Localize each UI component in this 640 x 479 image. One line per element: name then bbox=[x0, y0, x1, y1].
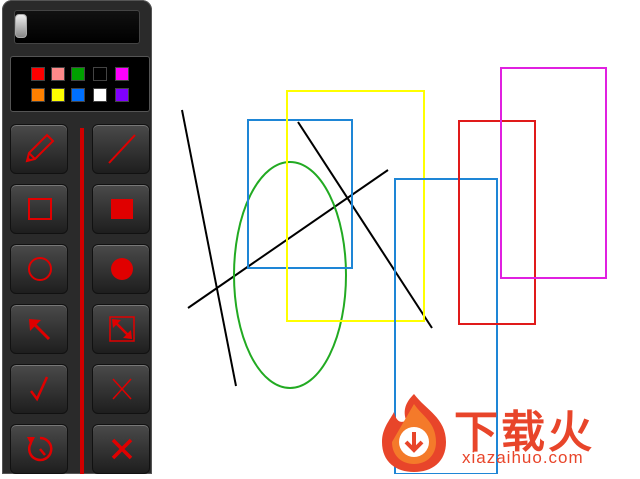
drawn-rect-yellow bbox=[286, 90, 425, 322]
drawn-line-black-3 bbox=[297, 121, 433, 329]
line-icon bbox=[108, 134, 136, 164]
watermark-logo: 下载火 xiazaihuo.com bbox=[376, 390, 638, 474]
color-swatch-yellow[interactable] bbox=[51, 88, 65, 102]
color-swatch-purple[interactable] bbox=[115, 88, 129, 102]
circle-outline-icon bbox=[28, 257, 52, 281]
drawn-ellipse-green bbox=[233, 161, 347, 389]
close-icon bbox=[111, 438, 133, 460]
circle-filled-icon bbox=[111, 258, 133, 280]
pencil-icon bbox=[25, 133, 55, 163]
color-swatch-blue[interactable] bbox=[71, 88, 85, 102]
pencil-tool-button[interactable] bbox=[10, 124, 68, 174]
resize-arrows-icon bbox=[109, 316, 135, 342]
color-swatch-red[interactable] bbox=[31, 67, 45, 81]
check-tool-button[interactable] bbox=[10, 364, 68, 414]
ellipse-outline-tool-button[interactable] bbox=[10, 244, 68, 294]
color-palette bbox=[10, 56, 150, 112]
ellipse-filled-tool-button[interactable] bbox=[92, 244, 150, 294]
clear-tool-button[interactable] bbox=[92, 424, 150, 474]
color-swatch-orange[interactable] bbox=[31, 88, 45, 102]
cross-icon bbox=[112, 378, 132, 400]
color-swatch-white[interactable] bbox=[93, 88, 107, 102]
checkmark-icon bbox=[30, 376, 49, 402]
color-swatch-black[interactable] bbox=[93, 67, 107, 81]
color-swatch-pink[interactable] bbox=[51, 67, 65, 81]
drawn-rect-magenta bbox=[500, 67, 607, 279]
rectangle-outline-tool-button[interactable] bbox=[10, 184, 68, 234]
brush-size-slider[interactable] bbox=[14, 10, 140, 44]
color-swatch-green[interactable] bbox=[71, 67, 85, 81]
drawn-line-black-1 bbox=[181, 109, 237, 387]
square-filled-icon bbox=[111, 199, 133, 219]
slider-thumb[interactable] bbox=[15, 14, 27, 38]
toolbar-divider bbox=[80, 128, 84, 474]
arrow-tool-button[interactable] bbox=[10, 304, 68, 354]
square-outline-icon bbox=[28, 198, 52, 220]
undo-tool-button[interactable] bbox=[10, 424, 68, 474]
rectangle-filled-tool-button[interactable] bbox=[92, 184, 150, 234]
drawing-toolbar bbox=[2, 0, 152, 474]
arrow-up-left-icon bbox=[29, 319, 51, 341]
line-tool-button[interactable] bbox=[92, 124, 150, 174]
resize-tool-button[interactable] bbox=[92, 304, 150, 354]
undo-icon bbox=[27, 436, 53, 462]
flame-logo-icon bbox=[382, 394, 446, 472]
cross-tool-button[interactable] bbox=[92, 364, 150, 414]
watermark-url: xiazaihuo.com bbox=[462, 448, 584, 467]
drawn-rect-blue-1 bbox=[247, 119, 353, 269]
color-swatch-magenta[interactable] bbox=[115, 67, 129, 81]
